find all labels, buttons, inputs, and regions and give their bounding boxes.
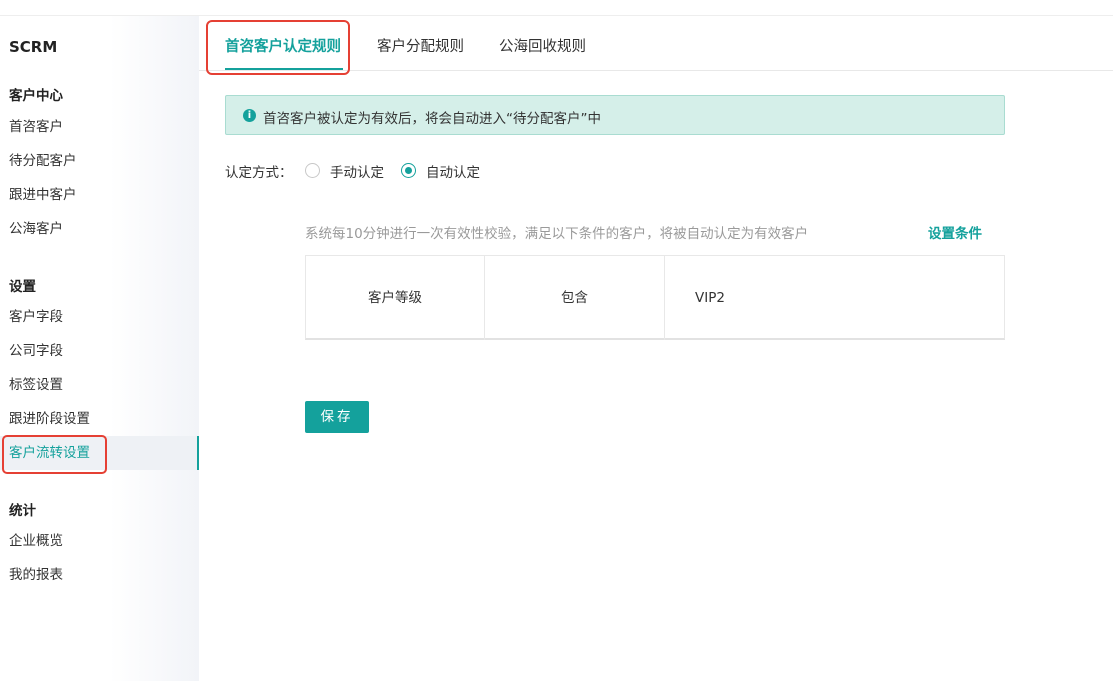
tab-allocation-rules[interactable]: 客户分配规则 bbox=[377, 16, 464, 71]
brand-logo-text: SCRM bbox=[9, 38, 58, 56]
condition-table: 客户等级 包含 VIP2 bbox=[305, 255, 1005, 340]
sidebar-item-follow-stage-settings[interactable]: 跟进阶段设置 bbox=[0, 402, 199, 436]
highlight-box-tab bbox=[206, 20, 350, 75]
sidebar-item-customer-fields[interactable]: 客户字段 bbox=[0, 300, 199, 334]
condition-field: 客户等级 bbox=[306, 256, 485, 340]
sidebar-item-first-inquiry-customers[interactable]: 首咨客户 bbox=[0, 110, 199, 144]
radio-manual[interactable] bbox=[305, 163, 320, 178]
info-icon: i bbox=[243, 109, 256, 122]
sidebar-item-following-customers[interactable]: 跟进中客户 bbox=[0, 178, 199, 212]
sidebar-item-tag-settings[interactable]: 标签设置 bbox=[0, 368, 199, 402]
condition-description: 系统每10分钟进行一次有效性校验，满足以下条件的客户，将被自动认定为有效客户 bbox=[305, 226, 809, 242]
group-title-customer-center: 客户中心 bbox=[9, 88, 63, 104]
sidebar-item-public-pool[interactable]: 公海客户 bbox=[0, 212, 199, 246]
radio-auto-label[interactable]: 自动认定 bbox=[426, 161, 480, 181]
set-condition-link[interactable]: 设置条件 bbox=[928, 222, 982, 242]
method-label: 认定方式： bbox=[225, 165, 293, 181]
tab-public-pool-recycle-rules[interactable]: 公海回收规则 bbox=[499, 16, 586, 71]
notice-text: 首咨客户被认定为有效后，将会自动进入“待分配客户”中 bbox=[263, 111, 601, 127]
radio-auto[interactable] bbox=[401, 163, 416, 178]
sidebar-item-pending-allocation[interactable]: 待分配客户 bbox=[0, 144, 199, 178]
save-button[interactable]: 保存 bbox=[305, 401, 369, 433]
condition-operator: 包含 bbox=[485, 256, 665, 340]
sidebar-item-company-fields[interactable]: 公司字段 bbox=[0, 334, 199, 368]
sidebar-item-my-reports[interactable]: 我的报表 bbox=[0, 558, 199, 592]
info-notice: i 首咨客户被认定为有效后，将会自动进入“待分配客户”中 bbox=[225, 95, 1005, 135]
radio-manual-label[interactable]: 手动认定 bbox=[330, 161, 384, 181]
sidebar: SCRM 客户中心 首咨客户 待分配客户 跟进中客户 公海客户 设置 客户字段 … bbox=[0, 16, 199, 681]
condition-value: VIP2 bbox=[695, 290, 725, 306]
highlight-box-sidebar bbox=[2, 435, 107, 474]
group-title-statistics: 统计 bbox=[9, 503, 36, 519]
sidebar-item-enterprise-overview[interactable]: 企业概览 bbox=[0, 524, 199, 558]
group-title-settings: 设置 bbox=[9, 279, 36, 295]
